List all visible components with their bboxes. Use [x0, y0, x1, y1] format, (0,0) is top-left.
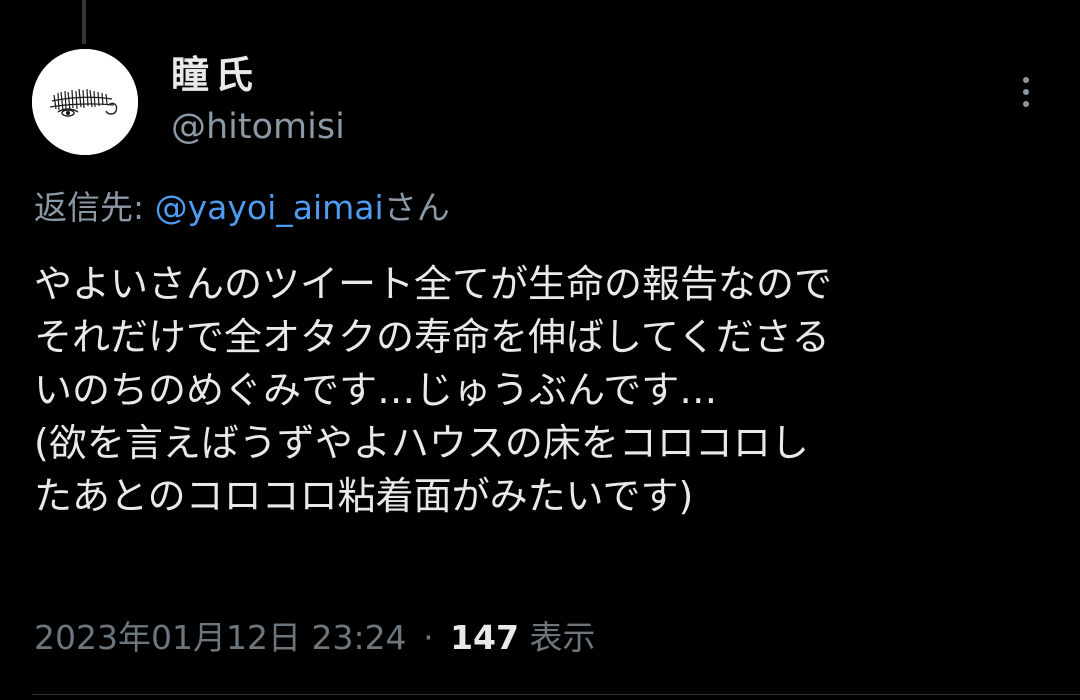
reply-to-prefix: 返信先:: [34, 188, 155, 227]
divider: [32, 694, 1080, 695]
thread-connector-line: [82, 0, 86, 44]
tweet-text-line: (欲を言えばうずやよハウスの床をコロコロし: [34, 421, 809, 465]
views-label: 表示: [529, 618, 596, 657]
reply-to-suffix: さん: [383, 188, 450, 227]
more-vertical-icon: [1023, 77, 1029, 83]
tweet-text-line: たあとのコロコロ粘着面がみたいです): [34, 474, 694, 518]
avatar[interactable]: [32, 49, 138, 155]
more-options-button[interactable]: [1006, 70, 1046, 114]
more-vertical-icon-dot: [1023, 101, 1029, 107]
author-handle[interactable]: @hitomisi: [171, 105, 345, 149]
tweet-meta: 2023年01月12日 23:24 · 147 表示: [34, 616, 595, 660]
tweet-text-line: それだけで全オタクの寿命を伸ばしてくださる: [34, 315, 830, 359]
tweet-timestamp[interactable]: 2023年01月12日 23:24: [34, 618, 407, 657]
more-vertical-icon-dot: [1023, 89, 1029, 95]
tweet-body: やよいさんのツイート全てが生命の報告なので それだけで全オタクの寿命を伸ばしてく…: [34, 258, 1064, 523]
views-count: 147: [450, 618, 519, 657]
reply-to-mention-link[interactable]: @yayoi_aimai: [155, 188, 384, 227]
reply-to-line: 返信先: @yayoi_aimaiさん: [34, 186, 450, 230]
author-display-name[interactable]: 瞳氏: [171, 52, 259, 98]
meta-separator: ·: [423, 618, 434, 657]
tweet-text-line: いのちのめぐみです…じゅうぶんです…: [34, 368, 718, 412]
avatar-image: [32, 49, 138, 155]
tweet-text-line: やよいさんのツイート全てが生命の報告なので: [34, 262, 833, 306]
